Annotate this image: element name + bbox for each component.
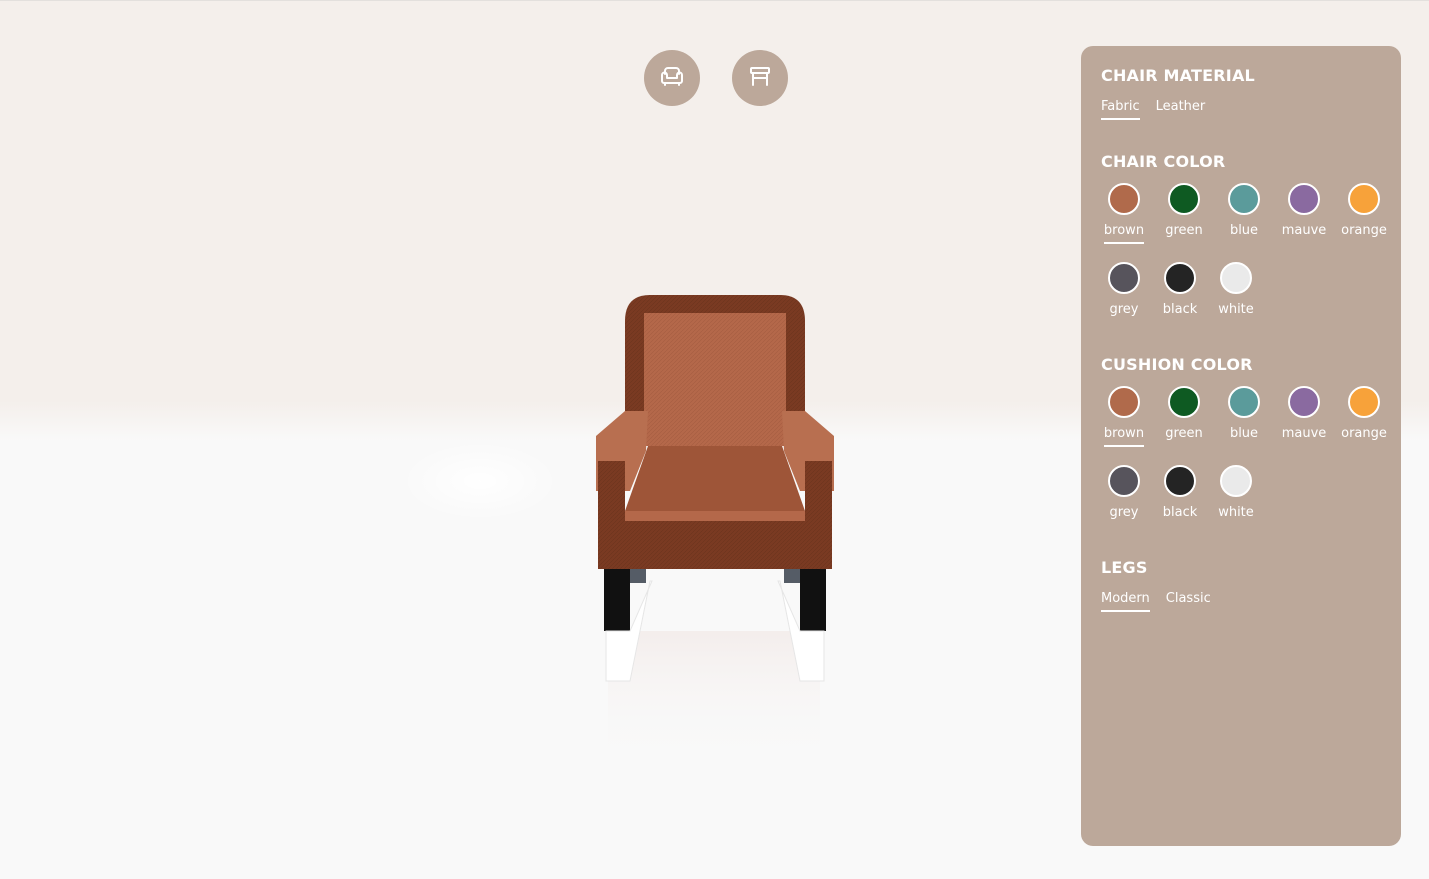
swatch-label: orange (1341, 426, 1387, 441)
legs-section: LEGS Modern Classic (1101, 558, 1381, 612)
color-swatch (1164, 262, 1196, 294)
chair-material-title: CHAIR MATERIAL (1101, 66, 1255, 85)
material-option-fabric[interactable]: Fabric (1101, 99, 1140, 120)
cushion-color-mauve[interactable]: mauve (1281, 386, 1327, 447)
color-swatch (1108, 262, 1140, 294)
swatch-label: white (1218, 505, 1254, 520)
color-swatch (1220, 262, 1252, 294)
cushion-color-black[interactable]: black (1157, 465, 1203, 526)
chair-backrest-cushion (644, 313, 786, 446)
color-swatch (1168, 183, 1200, 215)
chair-3d-model[interactable] (590, 291, 840, 771)
chair-color-section: CHAIR COLOR brown green blue mauve orang… (1101, 152, 1387, 323)
cushion-color-white[interactable]: white (1213, 465, 1259, 526)
color-swatch (1228, 386, 1260, 418)
cushion-color-grey[interactable]: grey (1101, 465, 1147, 526)
swatch-label: brown (1103, 223, 1145, 244)
swatch-label: green (1165, 223, 1203, 238)
legs-option-modern[interactable]: Modern (1101, 591, 1150, 612)
stool-icon (745, 61, 775, 95)
floor-highlight (400, 441, 560, 521)
chair-color-mauve[interactable]: mauve (1281, 183, 1327, 244)
chair-color-title: CHAIR COLOR (1101, 152, 1226, 171)
swatch-label: white (1218, 302, 1254, 317)
color-swatch (1348, 183, 1380, 215)
legs-option-classic[interactable]: Classic (1166, 591, 1211, 612)
swatch-label: mauve (1281, 223, 1327, 238)
chair-seat-cushion (625, 446, 805, 511)
chair-leg-bracket-left (630, 569, 646, 583)
armchair-mode-button[interactable] (644, 50, 700, 106)
swatch-label: black (1162, 302, 1198, 317)
swatch-label: blue (1229, 426, 1259, 441)
cushion-color-brown[interactable]: brown (1101, 386, 1147, 447)
color-swatch (1220, 465, 1252, 497)
color-swatch (1108, 386, 1140, 418)
swatch-label: mauve (1281, 426, 1327, 441)
chair-color-brown[interactable]: brown (1101, 183, 1147, 244)
chair-leg-left (604, 569, 630, 631)
swatch-label: brown (1103, 426, 1145, 447)
color-swatch (1168, 386, 1200, 418)
swatch-label: blue (1229, 223, 1259, 238)
stool-mode-button[interactable] (732, 50, 788, 106)
swatch-label: black (1162, 505, 1198, 520)
chair-color-orange[interactable]: orange (1341, 183, 1387, 244)
color-swatch (1288, 386, 1320, 418)
cushion-color-green[interactable]: green (1161, 386, 1207, 447)
color-swatch (1228, 183, 1260, 215)
chair-color-blue[interactable]: blue (1221, 183, 1267, 244)
chair-reflection (608, 631, 820, 766)
swatch-label: grey (1109, 505, 1139, 520)
material-option-leather[interactable]: Leather (1156, 99, 1206, 120)
configurator-panel: CHAIR MATERIAL Fabric Leather CHAIR COLO… (1081, 46, 1401, 846)
chair-color-white[interactable]: white (1213, 262, 1259, 323)
cushion-color-blue[interactable]: blue (1221, 386, 1267, 447)
color-swatch (1108, 465, 1140, 497)
chair-color-black[interactable]: black (1157, 262, 1203, 323)
cushion-color-section: CUSHION COLOR brown green blue mauve ora… (1101, 355, 1387, 526)
color-swatch (1348, 386, 1380, 418)
color-swatch (1108, 183, 1140, 215)
color-swatch (1164, 465, 1196, 497)
swatch-label: green (1165, 426, 1203, 441)
color-swatch (1288, 183, 1320, 215)
cushion-color-title: CUSHION COLOR (1101, 355, 1253, 374)
chair-material-section: CHAIR MATERIAL Fabric Leather (1101, 66, 1381, 120)
3d-viewport[interactable]: CHAIR MATERIAL Fabric Leather CHAIR COLO… (0, 0, 1429, 879)
chair-leg-bracket-right (784, 569, 800, 583)
armchair-icon (657, 61, 687, 95)
chair-color-grey[interactable]: grey (1101, 262, 1147, 323)
chair-color-green[interactable]: green (1161, 183, 1207, 244)
swatch-label: grey (1109, 302, 1139, 317)
chair-seat-edge (623, 511, 807, 521)
legs-title: LEGS (1101, 558, 1148, 577)
swatch-label: orange (1341, 223, 1387, 238)
cushion-color-orange[interactable]: orange (1341, 386, 1387, 447)
chair-leg-right (800, 569, 826, 631)
